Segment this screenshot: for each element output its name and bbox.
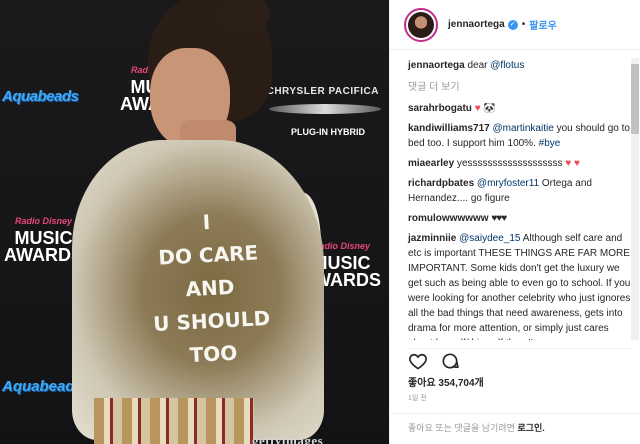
comment-author[interactable]: richardpbates [408, 178, 474, 189]
getty-watermark: gettyimages [252, 433, 324, 444]
black-hearts-emoji-icon: ♥♥♥ [491, 213, 507, 224]
mention-link[interactable]: @saiydee_15 [459, 233, 520, 244]
comment-author[interactable]: sarahrbogatu [408, 103, 472, 114]
comment-scrollbar-thumb[interactable] [631, 64, 639, 134]
heart-outline-icon[interactable] [408, 351, 428, 371]
comment: richardpbates @mryfoster11 Ortega and He… [408, 178, 592, 204]
like-count[interactable]: 좋아요 354,704개 [408, 374, 484, 389]
hashtag-link[interactable]: #bye [539, 138, 561, 149]
post-photo[interactable]: Aquabeads Aquabeads Radio Disney MUSICAW… [0, 0, 389, 444]
comment-author[interactable]: jennaortega [408, 60, 465, 71]
jacket-slogan: I DO CARE AND U SHOULD TOO [152, 209, 271, 368]
separator: • [521, 19, 526, 30]
follow-button[interactable]: 팔로우 [529, 17, 557, 32]
post-header: jennaortega ✓ • 팔로우 [390, 0, 640, 50]
plugin-hybrid-logo: PLUG-IN HYBRID [291, 127, 365, 137]
comment: miaearley yesssssssssssssssssss ♥ ♥ [408, 158, 580, 169]
mention-link[interactable]: @mryfoster11 [477, 178, 539, 189]
post-timestamp[interactable]: 1일 전 [408, 393, 427, 403]
author-username[interactable]: jennaortega [448, 19, 505, 30]
heart-emoji-icon: ♥ ♥ [565, 158, 580, 169]
comment-author[interactable]: jazminniie [408, 233, 456, 244]
comment: jazminniie @saiydee_15 Although self car… [408, 233, 631, 340]
comment-author[interactable]: romulowwwwww [408, 213, 489, 224]
comment-bubble-icon[interactable] [440, 351, 460, 371]
instagram-post: Aquabeads Aquabeads Radio Disney MUSICAW… [0, 0, 640, 444]
aquabeads-logo-lower: Aquabeads [2, 378, 83, 395]
comment: sarahrbogatu ♥ 🐼 [408, 103, 496, 114]
action-bar [408, 348, 632, 370]
comment-author[interactable]: miaearley [408, 158, 454, 169]
comment-list[interactable]: jennaortega dear @flotus 댓글 더 보기 sarahrb… [390, 58, 632, 340]
avatar[interactable] [404, 7, 438, 42]
load-more-comments-button[interactable]: 댓글 더 보기 [408, 78, 632, 93]
verified-badge-icon: ✓ [507, 19, 518, 30]
caption: jennaortega dear @flotus [408, 60, 525, 71]
mention-link[interactable]: @martinkaitie [493, 123, 554, 134]
mention-link[interactable]: @flotus [490, 60, 524, 71]
comment-author[interactable]: kandiwilliams717 [408, 123, 490, 134]
login-link[interactable]: 로그인. [517, 423, 544, 433]
login-prompt: 좋아요 또는 댓글을 남기려면 로그인. [390, 413, 640, 444]
comment: kandiwilliams717 @martinkaitie you shoul… [408, 123, 630, 149]
aquabeads-logo: Aquabeads [2, 88, 79, 105]
chrysler-wing-emblem [269, 104, 381, 114]
plaid-skirt [94, 398, 254, 444]
comment: romulowwwwww ♥♥♥ [408, 211, 632, 226]
post-sidebar: jennaortega ✓ • 팔로우 jennaortega dear @fl… [389, 0, 640, 444]
chrysler-logo: CHRYSLER PACIFICA [266, 86, 379, 97]
